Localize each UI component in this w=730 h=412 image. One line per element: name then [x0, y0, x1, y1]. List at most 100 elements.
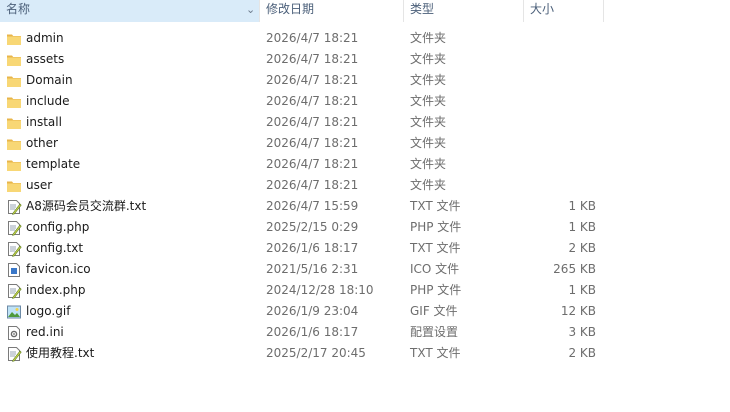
file-row[interactable]: other 2026/4/7 18:21 文件夹	[0, 133, 730, 154]
file-type: 文件夹	[410, 136, 447, 150]
file-name: index.php	[26, 283, 86, 297]
file-row[interactable]: A8源码会员交流群.txt 2026/4/7 15:59 TXT 文件 1 KB	[0, 196, 730, 217]
file-name: template	[26, 157, 81, 171]
file-row[interactable]: Domain 2026/4/7 18:21 文件夹	[0, 70, 730, 91]
file-name: favicon.ico	[26, 262, 91, 276]
file-size: 1 KB	[568, 220, 596, 234]
file-row[interactable]: favicon.ico 2021/5/16 2:31 ICO 文件 265 KB	[0, 259, 730, 280]
file-row[interactable]: assets 2026/4/7 18:21 文件夹	[0, 49, 730, 70]
file-date: 2026/1/9 23:04	[266, 304, 359, 318]
file-size	[524, 91, 596, 112]
file-list: admin 2026/4/7 18:21 文件夹 assets 2026/4/7 18:…	[0, 28, 730, 364]
text-file-icon	[6, 283, 22, 299]
image-file-icon	[6, 304, 22, 320]
file-size	[524, 28, 596, 49]
file-size	[524, 49, 596, 70]
file-name: user	[26, 178, 53, 192]
file-date: 2026/4/7 18:21	[266, 115, 359, 129]
column-header-type[interactable]: 类型	[404, 0, 524, 22]
file-size: 2 KB	[568, 346, 596, 360]
file-type: GIF 文件	[410, 304, 458, 318]
folder-icon	[6, 115, 22, 131]
file-date: 2025/2/15 0:29	[266, 220, 359, 234]
file-name: assets	[26, 52, 65, 66]
file-date: 2021/5/16 2:31	[266, 262, 359, 276]
file-date: 2026/4/7 18:21	[266, 178, 359, 192]
file-date: 2026/4/7 18:21	[266, 73, 359, 87]
file-size: 1 KB	[568, 199, 596, 213]
column-header-bar: 名称 ⌄ 修改日期 类型 大小	[0, 0, 730, 22]
text-file-icon	[6, 220, 22, 236]
file-row[interactable]: admin 2026/4/7 18:21 文件夹	[0, 28, 730, 49]
file-row[interactable]: config.php 2025/2/15 0:29 PHP 文件 1 KB	[0, 217, 730, 238]
file-date: 2026/1/6 18:17	[266, 325, 359, 339]
column-header-name-label: 名称	[6, 2, 31, 16]
file-type: TXT 文件	[410, 241, 461, 255]
file-row[interactable]: install 2026/4/7 18:21 文件夹	[0, 112, 730, 133]
file-size: 3 KB	[568, 325, 596, 339]
file-row[interactable]: logo.gif 2026/1/9 23:04 GIF 文件 12 KB	[0, 301, 730, 322]
column-header-date-label: 修改日期	[266, 2, 315, 16]
file-name: config.php	[26, 220, 90, 234]
file-date: 2024/12/28 18:10	[266, 283, 374, 297]
file-row[interactable]: include 2026/4/7 18:21 文件夹	[0, 91, 730, 112]
file-date: 2026/4/7 15:59	[266, 199, 359, 213]
column-header-date[interactable]: 修改日期	[260, 0, 404, 22]
file-type: TXT 文件	[410, 199, 461, 213]
file-type: 文件夹	[410, 73, 447, 87]
ini-file-icon	[6, 325, 22, 341]
folder-icon	[6, 178, 22, 194]
file-name: 使用教程.txt	[26, 346, 95, 360]
file-size: 12 KB	[560, 304, 596, 318]
file-size: 1 KB	[568, 283, 596, 297]
file-size	[524, 133, 596, 154]
file-type: 文件夹	[410, 178, 447, 192]
file-name: A8源码会员交流群.txt	[26, 199, 147, 213]
file-type: 文件夹	[410, 157, 447, 171]
file-row[interactable]: template 2026/4/7 18:21 文件夹	[0, 154, 730, 175]
file-size	[524, 112, 596, 133]
file-name: other	[26, 136, 58, 150]
file-size	[524, 70, 596, 91]
file-row[interactable]: config.txt 2026/1/6 18:17 TXT 文件 2 KB	[0, 238, 730, 259]
file-date: 2026/4/7 18:21	[266, 136, 359, 150]
file-row[interactable]: index.php 2024/12/28 18:10 PHP 文件 1 KB	[0, 280, 730, 301]
file-type: PHP 文件	[410, 283, 462, 297]
folder-icon	[6, 31, 22, 47]
folder-icon	[6, 73, 22, 89]
file-date: 2025/2/17 20:45	[266, 346, 366, 360]
folder-icon	[6, 52, 22, 68]
folder-icon	[6, 136, 22, 152]
file-name: admin	[26, 31, 64, 45]
column-header-size-label: 大小	[530, 2, 555, 16]
file-type: 文件夹	[410, 52, 447, 66]
text-file-icon	[6, 199, 22, 215]
file-date: 2026/1/6 18:17	[266, 241, 359, 255]
file-row[interactable]: red.ini 2026/1/6 18:17 配置设置 3 KB	[0, 322, 730, 343]
file-row[interactable]: user 2026/4/7 18:21 文件夹	[0, 175, 730, 196]
column-header-size[interactable]: 大小	[524, 0, 604, 22]
ico-file-icon	[6, 262, 22, 278]
folder-icon	[6, 157, 22, 173]
file-size	[524, 154, 596, 175]
file-size: 265 KB	[553, 262, 596, 276]
file-size	[524, 175, 596, 196]
sort-chevron-down-icon: ⌄	[246, 3, 256, 16]
file-type: PHP 文件	[410, 220, 462, 234]
file-date: 2026/4/7 18:21	[266, 31, 359, 45]
file-name: Domain	[26, 73, 73, 87]
file-name: install	[26, 115, 62, 129]
text-file-icon	[6, 241, 22, 257]
file-row[interactable]: 使用教程.txt 2025/2/17 20:45 TXT 文件 2 KB	[0, 343, 730, 364]
text-file-icon	[6, 346, 22, 362]
file-size: 2 KB	[568, 241, 596, 255]
file-type: TXT 文件	[410, 346, 461, 360]
file-name: config.txt	[26, 241, 84, 255]
file-date: 2026/4/7 18:21	[266, 94, 359, 108]
file-date: 2026/4/7 18:21	[266, 157, 359, 171]
column-header-name[interactable]: 名称 ⌄	[0, 0, 260, 22]
file-name: red.ini	[26, 325, 64, 339]
folder-icon	[6, 94, 22, 110]
file-name: logo.gif	[26, 304, 71, 318]
file-type: 配置设置	[410, 325, 459, 339]
